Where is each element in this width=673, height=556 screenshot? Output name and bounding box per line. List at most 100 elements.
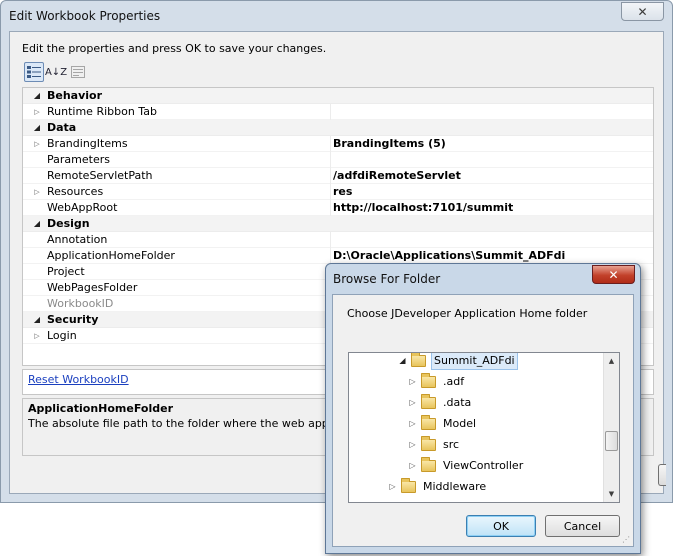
property-value[interactable]: res: [333, 184, 352, 200]
ok-button-partial[interactable]: [658, 464, 666, 486]
tree-item-label[interactable]: .data: [441, 393, 473, 413]
expanded-arrow-icon[interactable]: ◢: [397, 353, 408, 371]
alphabetical-button[interactable]: A↓Z: [45, 62, 67, 82]
property-name: Login: [47, 329, 77, 342]
column-divider: [330, 152, 331, 168]
main-titlebar[interactable]: Edit Workbook Properties ✕: [1, 1, 672, 31]
browse-dialog-title: Browse For Folder: [333, 272, 441, 286]
tree-item-label[interactable]: .adf: [441, 372, 466, 392]
property-grid-toolbar: A↓Z: [24, 62, 88, 82]
property-row[interactable]: ▷ Runtime Ribbon Tab: [23, 104, 653, 120]
close-icon: ✕: [637, 4, 648, 19]
scroll-down-arrow-icon[interactable]: ▼: [604, 486, 619, 502]
property-pages-icon: [71, 66, 85, 78]
tree-item[interactable]: ▷ ViewController: [407, 456, 525, 476]
cancel-button[interactable]: Cancel: [545, 515, 620, 537]
folder-icon: [421, 457, 436, 472]
browse-dialog-client: Choose JDeveloper Application Home folde…: [332, 294, 634, 547]
collapsed-arrow-icon[interactable]: ▷: [407, 372, 418, 392]
tree-item-label[interactable]: Model: [441, 414, 478, 434]
collapsed-arrow-icon[interactable]: ▷: [407, 414, 418, 434]
main-window-title: Edit Workbook Properties: [9, 9, 161, 23]
property-value[interactable]: /adfdiRemoteServlet: [333, 168, 461, 184]
collapse-triangle-icon[interactable]: ◢: [31, 216, 43, 232]
tree-item[interactable]: ▷ Model: [407, 414, 478, 434]
ok-button[interactable]: OK: [466, 515, 536, 537]
property-row[interactable]: Parameters: [23, 152, 653, 168]
categorized-button[interactable]: [24, 62, 44, 82]
folder-icon: [421, 415, 436, 430]
property-value[interactable]: D:\Oracle\Applications\Summit_ADFdi: [333, 248, 565, 264]
property-row[interactable]: ▷ BrandingItems BrandingItems (5): [23, 136, 653, 152]
cancel-button-label: Cancel: [563, 519, 602, 533]
property-name: WebAppRoot: [47, 201, 118, 214]
reset-link-text[interactable]: Reset WorkbookID: [28, 373, 129, 386]
column-divider: [330, 248, 331, 264]
property-name: Project: [47, 265, 85, 278]
tree-item-label[interactable]: Middleware: [421, 477, 488, 497]
collapsed-arrow-icon[interactable]: ▷: [387, 477, 398, 497]
category-row[interactable]: ◢ Data: [23, 120, 653, 136]
expand-triangle-icon[interactable]: ▷: [31, 184, 43, 200]
collapse-triangle-icon[interactable]: ◢: [31, 312, 43, 328]
category-label: Security: [47, 313, 99, 326]
column-divider: [330, 104, 331, 120]
tree-item-label[interactable]: ViewController: [441, 456, 525, 476]
category-row[interactable]: ◢ Behavior: [23, 88, 653, 104]
property-row[interactable]: RemoteServletPath/adfdiRemoteServlet: [23, 168, 653, 184]
column-divider: [330, 200, 331, 216]
property-name: ApplicationHomeFolder: [47, 249, 175, 262]
property-pages-button[interactable]: [68, 62, 88, 82]
tree-item[interactable]: ▷ src: [407, 435, 461, 455]
tree-item-label[interactable]: src: [441, 435, 461, 455]
expand-triangle-icon[interactable]: ▷: [31, 104, 43, 120]
scroll-up-arrow-icon[interactable]: ▲: [604, 353, 619, 369]
instruction-text: Edit the properties and press OK to save…: [22, 42, 327, 55]
column-divider: [330, 168, 331, 184]
tree-item[interactable]: ▷ .data: [407, 393, 473, 413]
property-name: Parameters: [47, 153, 110, 166]
tree-item[interactable]: ◢ Summit_ADFdi: [397, 353, 518, 371]
tree-item[interactable]: ▷ Middleware: [387, 477, 488, 497]
expand-triangle-icon[interactable]: ▷: [31, 328, 43, 344]
collapsed-arrow-icon[interactable]: ▷: [407, 456, 418, 476]
folder-icon: [401, 478, 416, 493]
close-icon: ✕: [608, 267, 619, 282]
main-close-button[interactable]: ✕: [621, 2, 664, 21]
scroll-thumb[interactable]: [605, 431, 618, 451]
column-divider: [330, 184, 331, 200]
category-row[interactable]: ◢ Design: [23, 216, 653, 232]
property-row[interactable]: WebAppRoot http://localhost:7101/summit: [23, 200, 653, 216]
browse-dialog-description: Choose JDeveloper Application Home folde…: [347, 307, 588, 320]
folder-icon: [421, 436, 436, 451]
browse-for-folder-dialog: Browse For Folder ✕ Choose JDeveloper Ap…: [325, 263, 641, 554]
property-row[interactable]: ApplicationHomeFolder D:\Oracle\Applicati…: [23, 248, 653, 264]
ok-button-label: OK: [493, 519, 509, 533]
folder-icon: [421, 394, 436, 409]
tree-item-label[interactable]: Summit_ADFdi: [431, 353, 518, 370]
browse-close-button[interactable]: ✕: [592, 265, 635, 284]
collapsed-arrow-icon[interactable]: ▷: [407, 393, 418, 413]
property-value[interactable]: BrandingItems (5): [333, 136, 446, 152]
property-row[interactable]: ▷ Resources res: [23, 184, 653, 200]
folder-icon: [421, 373, 436, 388]
folder-tree[interactable]: ▲ ▼ ◢ Summit_ADFdi ▷ .adf ▷ .data ▷ Model ▷ src ▷ V…: [348, 352, 620, 503]
category-label: Behavior: [47, 89, 103, 102]
expand-triangle-icon[interactable]: ▷: [31, 136, 43, 152]
collapsed-arrow-icon[interactable]: ▷: [407, 435, 418, 455]
tree-vertical-scrollbar[interactable]: ▲ ▼: [603, 353, 619, 502]
resize-grip-icon[interactable]: ⋰: [622, 535, 632, 545]
property-name: Annotation: [47, 233, 108, 246]
property-value[interactable]: http://localhost:7101/summit: [333, 200, 513, 216]
column-divider: [330, 136, 331, 152]
collapse-triangle-icon[interactable]: ◢: [31, 120, 43, 136]
property-name: BrandingItems: [47, 137, 128, 150]
collapse-triangle-icon[interactable]: ◢: [31, 88, 43, 104]
property-row[interactable]: Annotation: [23, 232, 653, 248]
property-name: Runtime Ribbon Tab: [47, 105, 157, 118]
tree-item[interactable]: ▷ .adf: [407, 372, 466, 392]
property-name: WorkbookID: [47, 297, 114, 310]
category-label: Data: [47, 121, 77, 134]
column-divider: [330, 232, 331, 248]
property-name: Resources: [47, 185, 104, 198]
